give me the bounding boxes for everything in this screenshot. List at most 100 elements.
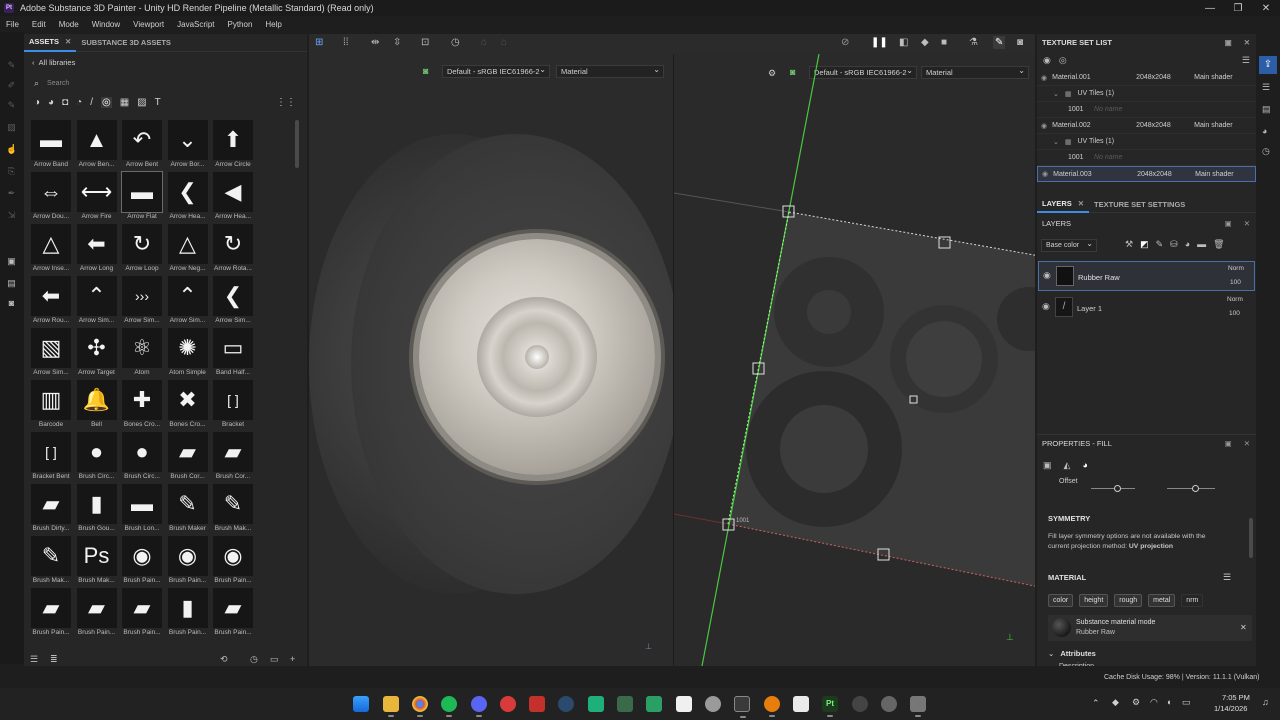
app-doc-icon[interactable] [793,696,809,712]
asset-item[interactable]: ▧ Arrow Sim... [28,328,74,380]
texture-filter-icon[interactable]: ▦ [120,97,129,108]
tab-assets[interactable]: ASSETS ✕ [24,34,77,52]
layer-opacity[interactable]: 100 [1230,279,1241,286]
asset-item[interactable]: ▬ Arrow Band [28,120,74,172]
texture-set-row[interactable]: ◉ Material.001 2048x2048 Main shader [1037,70,1256,86]
layers-dock-icon[interactable]: ▤ [1262,104,1271,115]
eye-icon[interactable]: ◉ [1043,55,1051,66]
breadcrumb[interactable]: ‹ All libraries [32,58,75,67]
channel-button-height[interactable]: height [1079,594,1109,607]
render-icon[interactable]: ◙ [6,298,17,309]
3d-view[interactable]: ◙ Default - sRGB IEC61966-2 Material ⊥ [309,54,673,666]
add-effect-icon[interactable]: ⚒ [1125,239,1133,253]
asset-item[interactable]: ⬆ Arrow Circle [210,120,256,172]
asset-item[interactable]: 🔔 Bell [74,380,120,432]
eye-icon[interactable]: ◉ [1041,74,1047,82]
offset-slider-x[interactable] [1091,488,1135,489]
color-profile-icon[interactable]: ◙ [423,66,428,76]
smart-material-filter-icon[interactable]: ◕ [48,97,54,108]
delete-layer-icon[interactable]: 🗑 [1213,239,1224,253]
eye-icon[interactable]: ◉ [1042,301,1050,312]
float-panel-icon[interactable]: ▣ [1225,219,1232,228]
add-folder-icon[interactable]: ▬ [1197,239,1206,253]
offset-slider-y-handle[interactable] [1192,485,1199,492]
camera-icon[interactable]: ■ [941,37,947,48]
asset-item[interactable]: ▰ Brush Pain... [28,588,74,640]
material-filter-icon[interactable]: ◑ [34,97,40,108]
pause-icon[interactable]: ❚❚ [871,37,888,48]
add-mask-icon[interactable]: ◩ [1140,239,1149,253]
bake-icon[interactable]: ▣ [6,256,17,267]
layer-blend-mode[interactable]: Norm [1227,296,1243,303]
asset-item[interactable]: ▰ Brush Pain... [74,588,120,640]
add-fill-layer-icon[interactable]: ⛁ [1170,239,1178,253]
viewport[interactable]: ⊞ ⁞⁞ ⇹ ⇳ ⊡ ◷ ⌂ ⌂ ⊘ ❚❚ ◧ ◆ ■ ⚗ ✎ ◙ ◙ Defa… [309,34,1035,666]
environment-filter-icon[interactable]: ▨ [137,97,146,108]
add-smart-material-icon[interactable]: ◕ [1185,239,1190,253]
wifi-icon[interactable]: ◠ [1150,697,1158,708]
asset-item[interactable]: ⌃ Arrow Sim... [74,276,120,328]
asset-item[interactable]: ⌃ Arrow Sim... [165,276,211,328]
redo-icon[interactable]: ⌂ [501,37,507,48]
2d-view[interactable]: ⚙ ◙ Default - sRGB IEC61966-2 Material [673,54,1035,666]
app-circle-icon[interactable] [852,696,868,712]
material-tab-icon[interactable]: ◕ [1082,460,1087,472]
asset-item[interactable]: ▰ Brush Dirty... [28,484,74,536]
history-dock-icon[interactable]: ◷ [1262,146,1270,157]
asset-item[interactable]: ⇔ Arrow Dou... [28,172,74,224]
add-icon[interactable]: + [290,654,295,664]
close-icon[interactable]: ✕ [1244,219,1250,228]
app-green-icon[interactable] [588,696,604,712]
clock-date[interactable]: 1/14/2026 [1214,704,1247,713]
mirror-x-icon[interactable]: ⇹ [371,37,379,48]
asset-item[interactable]: ▮ Brush Pain... [165,588,211,640]
asset-item[interactable]: ✎ Brush Maker [165,484,211,536]
asset-item[interactable]: ❮ Arrow Hea... [165,172,211,224]
layer-opacity[interactable]: 100 [1229,310,1240,317]
eye-icon[interactable]: ◉ [1043,270,1051,281]
channel-button-rough[interactable]: rough [1114,594,1143,607]
menu-python[interactable]: Python [228,20,253,29]
asset-item[interactable]: ⬅ Arrow Rou... [28,276,74,328]
asset-item[interactable]: △ Arrow Neg... [165,224,211,276]
generator-filter-icon[interactable]: ◔ [76,97,82,108]
mirror-y-icon[interactable]: ⇳ [393,37,401,48]
steam-icon[interactable] [558,696,574,712]
reset-view-icon[interactable]: ◷ [451,37,460,48]
asset-item[interactable]: ◉ Brush Pain... [210,536,256,588]
search-field[interactable]: ⌕ Search [34,77,296,90]
asset-item[interactable]: ⌄ Arrow Bor... [165,120,211,172]
history-icon[interactable]: ◷ [250,654,258,665]
unity-icon[interactable] [705,696,721,712]
export-icon[interactable]: ▤ [6,278,17,289]
float-panel-icon[interactable]: ▣ [1225,439,1232,448]
menu-help[interactable]: Help [265,20,281,29]
app-dark-green-icon[interactable] [617,696,633,712]
eye-outline-icon[interactable]: ◎ [1059,55,1067,66]
channel-dropdown-3d[interactable]: Material [556,64,664,78]
grid-view-icon[interactable]: ⋮⋮ [276,97,296,108]
paint-tool-icon[interactable]: ✎ [6,60,17,71]
asset-item[interactable]: ✺ Atom Simple [165,328,211,380]
hide-ui-icon[interactable]: ⊘ [841,37,849,48]
alpha-filter-icon[interactable]: ◎ [100,96,112,108]
paint-brush-icon[interactable]: ✎ [993,36,1006,49]
material-options-icon[interactable]: ☰ [1223,572,1231,583]
mesh-tab-icon[interactable]: ◭ [1064,460,1071,472]
grid-dots-icon[interactable]: ⁞⁞ [343,37,349,48]
tray-app-icon[interactable]: ◆ [1112,697,1119,708]
assets-dock-icon[interactable]: ⇪ [1259,56,1277,74]
iray-icon[interactable]: ⚗ [969,37,978,48]
asset-item[interactable]: [ ] Bracket [210,380,256,432]
app-box-icon[interactable] [646,696,662,712]
chevron-up-icon[interactable]: ⌃ [1092,698,1100,709]
asset-item[interactable]: ⟷ Arrow Fire [74,172,120,224]
start-icon[interactable] [353,696,369,712]
colorspace-dropdown-3d[interactable]: Default - sRGB IEC61966-2 [442,64,550,78]
asset-item[interactable]: ✖ Bones Cro... [165,380,211,432]
asset-scrollbar[interactable] [295,120,299,168]
eraser-tool-icon[interactable]: ✐ [6,80,17,91]
asset-item[interactable]: Ps Brush Mak... [74,536,120,588]
file-explorer-icon[interactable] [383,696,399,717]
asset-item[interactable]: [ ] Bracket Bent [28,432,74,484]
